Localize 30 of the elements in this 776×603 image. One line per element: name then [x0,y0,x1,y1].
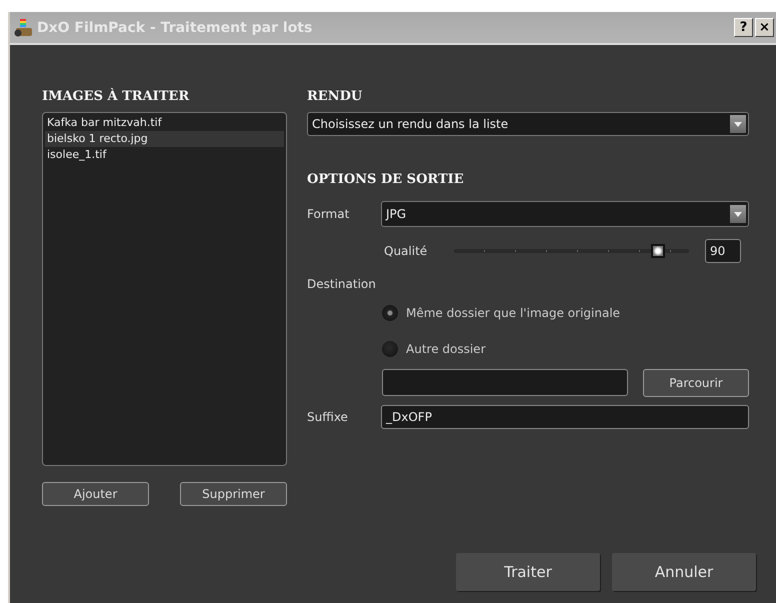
slider-thumb[interactable] [651,244,666,258]
film-roll-icon [14,18,34,36]
rendering-dropdown[interactable]: Choisissez un rendu dans la liste [307,112,749,136]
image-list-item[interactable]: Kafka bar mitzvah.tif [45,115,284,131]
window-title: DxO FilmPack - Traitement par lots [37,20,312,36]
list-action-button[interactable]: Supprimer [180,482,287,506]
browse-button[interactable]: Parcourir [643,369,749,397]
close-button[interactable]: × [755,18,774,37]
section-heading: OPTIONS DE SORTIE [307,172,465,187]
quality-value-field[interactable]: 90 [705,239,741,263]
quality-slider[interactable] [454,244,689,258]
list-action-button[interactable]: Ajouter [42,482,149,506]
section-heading: IMAGES À TRAITER [42,89,190,104]
help-button[interactable]: ? [734,18,753,37]
radio-button[interactable] [382,305,398,321]
radio-button[interactable] [382,341,398,357]
destination-label: Destination [307,277,377,291]
format-dropdown[interactable]: JPG [381,201,749,227]
dialog-button[interactable]: Traiter [456,553,600,591]
quality-label: Qualité [384,244,428,258]
radio-label[interactable]: Autre dossier [406,342,486,356]
suffix-label: Suffixe [307,410,349,424]
image-list-item[interactable]: bielsko 1 recto.jpg [45,131,284,147]
suffix-field[interactable]: _DxOFP [381,405,749,429]
radio-label[interactable]: Même dossier que l'image originale [406,306,620,320]
section-heading: RENDU [307,89,364,104]
folder-path-field[interactable] [382,369,628,396]
image-list-item[interactable]: isolee_1.tif [45,147,284,163]
format-label: Format [307,207,350,221]
dialog-button[interactable]: Annuler [612,553,756,591]
